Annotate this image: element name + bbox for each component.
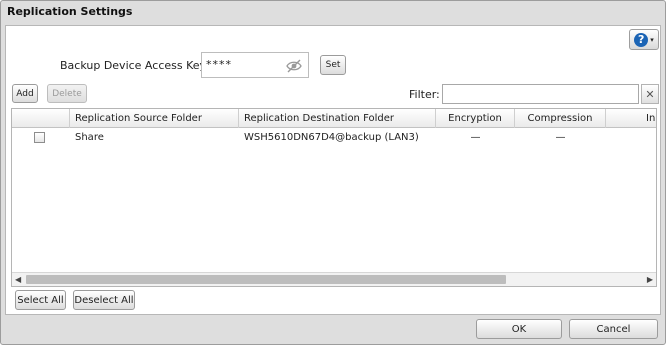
close-icon: ✕ (645, 87, 655, 101)
column-header-source[interactable]: Replication Source Folder (70, 109, 239, 128)
chevron-down-icon: ▾ (650, 35, 654, 44)
scrollbar-thumb[interactable] (26, 275, 506, 284)
replication-settings-dialog: Replication Settings ? ▾ Backup Device A… (0, 0, 666, 345)
column-header-compression[interactable]: Compression (515, 109, 606, 128)
ok-button[interactable]: OK (476, 319, 562, 339)
row-checkbox[interactable] (34, 132, 45, 143)
row-destination-folder: WSH5610DN67D4@backup (LAN3) (244, 132, 419, 143)
scroll-left-icon[interactable]: ◀ (15, 275, 21, 284)
set-access-key-button[interactable]: Set (320, 55, 346, 75)
row-source-folder: Share (75, 132, 104, 143)
replication-table: Replication Source Folder Replication De… (11, 108, 657, 287)
scroll-right-icon[interactable]: ▶ (647, 275, 653, 284)
add-button[interactable]: Add (12, 84, 38, 103)
deselect-all-button[interactable]: Deselect All (73, 290, 135, 310)
cancel-button[interactable]: Cancel (569, 319, 658, 339)
access-key-value: **** (206, 58, 232, 71)
select-all-button[interactable]: Select All (15, 290, 66, 310)
column-header-destination[interactable]: Replication Destination Folder (239, 109, 436, 128)
table-header: Replication Source Folder Replication De… (12, 109, 656, 128)
table-row[interactable]: Share WSH5610DN67D4@backup (LAN3) — — (12, 128, 656, 147)
clear-filter-button[interactable]: ✕ (641, 84, 659, 104)
column-header-encryption[interactable]: Encryption (436, 109, 515, 128)
eye-slash-icon[interactable] (286, 59, 302, 73)
help-icon: ? (634, 32, 649, 47)
settings-panel: ? ▾ Backup Device Access Key: **** Set A… (5, 25, 661, 315)
help-button[interactable]: ? ▾ (629, 29, 659, 50)
filter-label: Filter: (409, 88, 440, 101)
row-encryption: — (470, 132, 481, 143)
horizontal-scrollbar[interactable]: ◀ ▶ (12, 272, 656, 286)
dialog-title: Replication Settings (7, 5, 133, 18)
access-key-label: Backup Device Access Key: (60, 59, 209, 72)
row-compression: — (555, 132, 566, 143)
delete-button[interactable]: Delete (47, 84, 87, 103)
access-key-field[interactable]: **** (201, 52, 309, 78)
filter-input[interactable] (442, 84, 639, 104)
column-header-inherit[interactable]: Inh (606, 109, 656, 128)
column-header-select[interactable] (12, 109, 70, 128)
